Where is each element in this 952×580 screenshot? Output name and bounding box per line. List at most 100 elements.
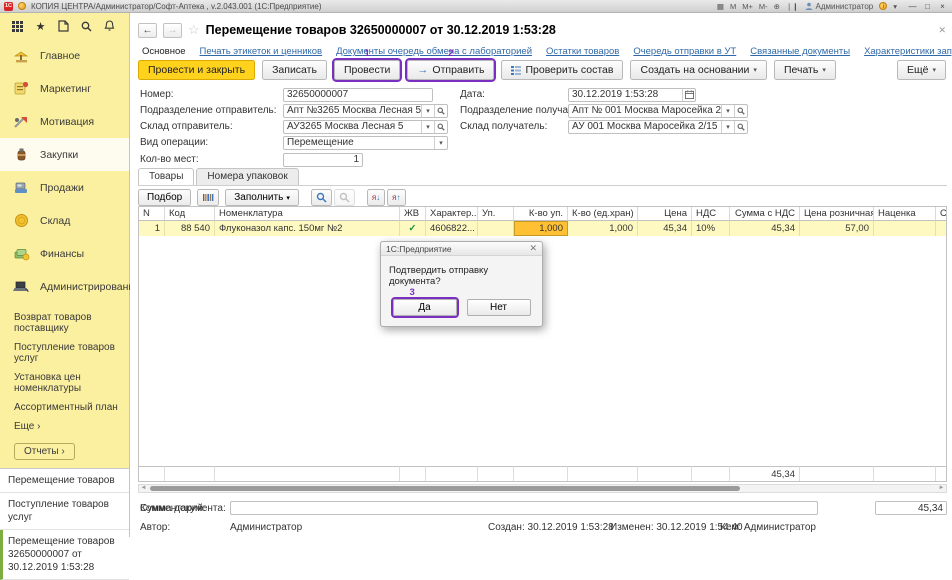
sidebar-item-1[interactable]: Главное <box>0 39 129 72</box>
cell-Сумма с НДС[interactable]: 45,34 <box>730 221 800 236</box>
doc-tab-1[interactable]: Основное <box>142 46 186 57</box>
sidebar-item-7[interactable]: Финансы <box>0 237 129 270</box>
open-window-item-2[interactable]: Поступление товаров услуг <box>0 493 129 530</box>
lookup-icon[interactable] <box>734 105 747 117</box>
column-header-14[interactable]: С <box>936 207 947 221</box>
receiver-division-input[interactable]: Апт № 001 Москва Маросейка 2/15▾ <box>568 104 748 118</box>
doc-tab-4[interactable]: Остатки товаров <box>546 46 619 57</box>
lookup-icon[interactable] <box>434 105 447 117</box>
dialog-close-icon[interactable]: ✕ <box>529 243 537 254</box>
sidebar-more-link[interactable]: Еще › <box>14 421 125 432</box>
main-menu-icon[interactable] <box>18 2 26 10</box>
cell-К-во уп.[interactable]: 1,000 <box>514 221 568 236</box>
lookup-icon[interactable] <box>734 121 747 133</box>
post-button[interactable]: 1 Провести <box>334 60 400 80</box>
print-button[interactable]: Печать▾ <box>774 60 836 80</box>
dropdown-icon[interactable]: ▾ <box>721 121 734 133</box>
table-search-button[interactable] <box>311 189 332 206</box>
scrollbar-thumb[interactable] <box>150 486 740 491</box>
sidebar-link-4[interactable]: Ассортиментный план <box>14 402 125 413</box>
memory-mplus-button[interactable]: М+ <box>742 2 753 11</box>
cell-Код[interactable]: 88 540 <box>165 221 215 236</box>
calendar-icon[interactable] <box>682 89 695 101</box>
column-header-6[interactable]: Уп. <box>478 207 514 221</box>
back-button[interactable]: ← <box>138 23 157 38</box>
zoom-icon[interactable]: ⊕ <box>774 2 780 11</box>
forward-button[interactable]: → <box>163 23 182 38</box>
column-header-11[interactable]: Сумма с НДС <box>730 207 800 221</box>
lookup-icon[interactable] <box>434 121 447 133</box>
cell-Цена розничная[interactable]: 57,00 <box>800 221 874 236</box>
write-button[interactable]: Записать <box>262 60 327 80</box>
column-header-13[interactable]: Наценка <box>874 207 936 221</box>
open-window-item-3[interactable]: Перемещение товаров 32650000007 от 30.12… <box>0 530 129 580</box>
cell-С[interactable] <box>936 221 947 236</box>
cell-Уп.[interactable] <box>478 221 514 236</box>
info-icon[interactable]: i <box>879 2 887 10</box>
dropdown-icon[interactable]: ▾ <box>421 121 434 133</box>
column-header-4[interactable]: ЖВ <box>400 207 426 221</box>
sort-ascending-button[interactable]: я↓ <box>367 189 385 206</box>
column-header-3[interactable]: Номенклатура <box>215 207 400 221</box>
parts-tab-1[interactable]: Товары <box>138 168 194 185</box>
column-header-8[interactable]: К-во (ед.хран) <box>568 207 638 221</box>
calendar-icon[interactable]: ▦ <box>717 2 724 11</box>
sidebar-item-3[interactable]: Мотивация <box>0 105 129 138</box>
close-button[interactable]: × <box>937 2 948 11</box>
sort-descending-button[interactable]: я↑ <box>387 189 405 206</box>
split-window-icon[interactable]: ❘❙ <box>786 2 799 11</box>
number-input[interactable]: 32650000007 <box>283 88 433 102</box>
sidebar-item-6[interactable]: Склад <box>0 204 129 237</box>
sidebar-link-3[interactable]: Установка цен номенклатуры <box>14 372 125 394</box>
comment-input[interactable] <box>230 501 818 515</box>
dialog-yes-button[interactable]: 3 Да <box>393 299 457 316</box>
doc-tab-2[interactable]: Печать этикеток и ценников <box>200 46 323 57</box>
cell-Характер...[interactable]: 4606822... <box>426 221 478 236</box>
sidebar-item-8[interactable]: Администрирование <box>0 270 129 303</box>
menu-grid-icon[interactable] <box>11 20 24 33</box>
memory-m-button[interactable]: М <box>730 2 736 11</box>
scroll-right-arrow-icon[interactable]: ► <box>937 485 946 492</box>
column-header-9[interactable]: Цена <box>638 207 692 221</box>
sidebar-item-5[interactable]: Продажи <box>0 171 129 204</box>
date-input[interactable]: 30.12.2019 1:53:28 <box>568 88 696 102</box>
cell-Номенклатура[interactable]: Флуконазол капс. 150мг №2 <box>215 221 400 236</box>
cell-НДС[interactable]: 10% <box>692 221 730 236</box>
table-search-cancel-button[interactable] <box>334 189 355 206</box>
notifications-bell-icon[interactable] <box>103 20 116 33</box>
post-and-close-button[interactable]: Провести и закрыть <box>138 60 255 80</box>
create-based-on-button[interactable]: Создать на основании▾ <box>630 60 766 80</box>
places-count-input[interactable]: 1 <box>283 153 363 167</box>
minimize-button[interactable]: — <box>907 2 918 11</box>
receiver-warehouse-input[interactable]: АУ 001 Москва Маросейка 2/15▾ <box>568 120 748 134</box>
parts-tab-2[interactable]: Номера упаковок <box>196 168 298 185</box>
search-icon[interactable] <box>80 20 93 33</box>
cell-ЖВ[interactable]: ✓ <box>400 221 426 236</box>
cell-К-во (ед.хран)[interactable]: 1,000 <box>568 221 638 236</box>
scanner-icon-button[interactable] <box>197 189 219 206</box>
column-header-10[interactable]: НДС <box>692 207 730 221</box>
document-close-icon[interactable]: ✕ <box>938 25 946 36</box>
cell-N[interactable]: 1 <box>139 221 165 236</box>
operation-type-input[interactable]: Перемещение▾ <box>283 136 448 150</box>
dialog-no-button[interactable]: Нет <box>467 299 531 316</box>
check-contents-button[interactable]: Проверить состав <box>501 60 623 80</box>
doc-tab-6[interactable]: Связанные документы <box>750 46 850 57</box>
sender-division-input[interactable]: Апт №3265 Москва Лесная 5▾ <box>283 104 448 118</box>
sender-warehouse-input[interactable]: АУ3265 Москва Лесная 5▾ <box>283 120 448 134</box>
column-header-1[interactable]: N <box>139 207 165 221</box>
send-button[interactable]: 2 → Отправить <box>407 60 494 80</box>
favorites-icon[interactable]: ★ <box>34 20 47 33</box>
column-header-7[interactable]: К-во уп. <box>514 207 568 221</box>
restore-button[interactable]: □ <box>922 2 933 11</box>
open-window-item-1[interactable]: Перемещение товаров <box>0 469 129 493</box>
reports-button[interactable]: Отчеты › <box>14 443 75 460</box>
favorite-star-icon[interactable]: ☆ <box>188 22 200 38</box>
dropdown-icon[interactable]: ▾ <box>421 105 434 117</box>
sidebar-item-2[interactable]: Маркетинг <box>0 72 129 105</box>
sidebar-link-1[interactable]: Возврат товаров поставщику <box>14 312 125 334</box>
sidebar-link-2[interactable]: Поступление товаров услуг <box>14 342 125 364</box>
table-row[interactable]: 188 540Флуконазол капс. 150мг №2✓4606822… <box>139 221 946 236</box>
memory-mminus-button[interactable]: М- <box>759 2 768 11</box>
sidebar-item-4[interactable]: Закупки <box>0 138 129 171</box>
